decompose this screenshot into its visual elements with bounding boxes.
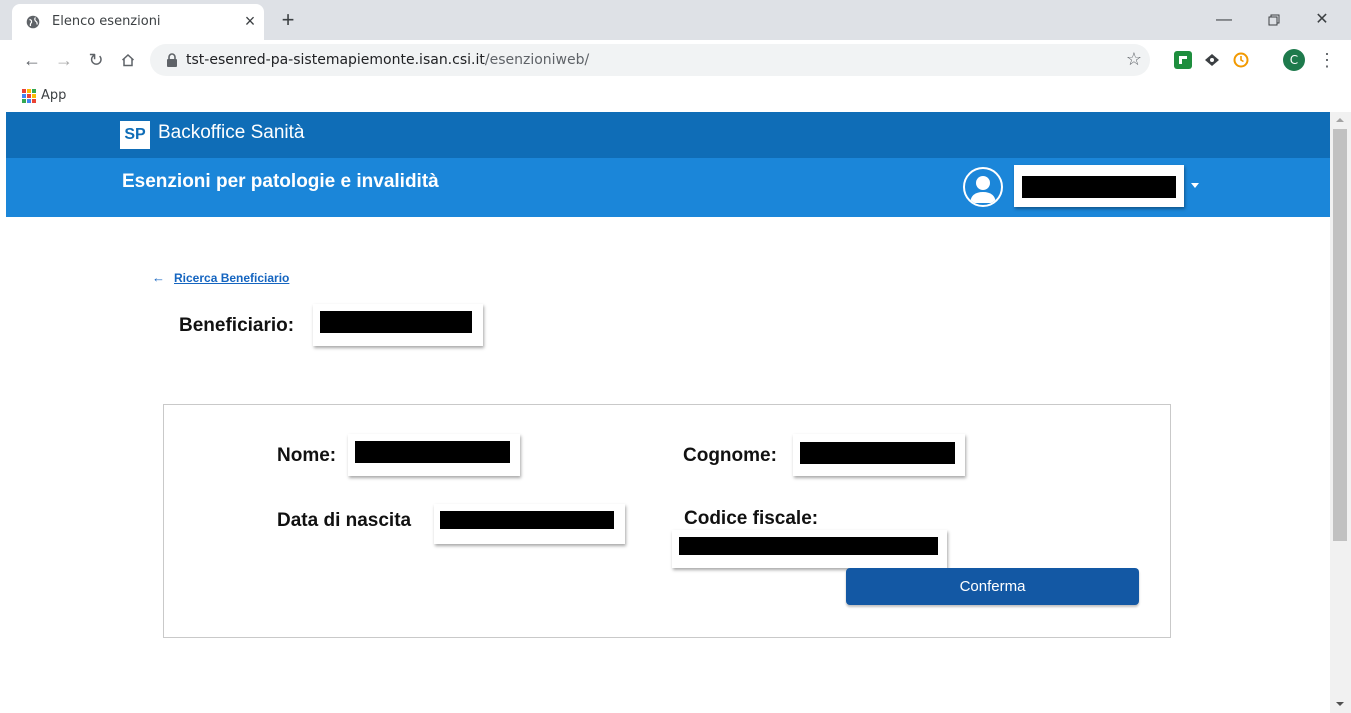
cognome-value-redacted (793, 434, 965, 476)
scroll-up-icon[interactable] (1336, 118, 1344, 122)
redaction-bar (800, 442, 955, 464)
page-title: Esenzioni per patologie e invalidità (122, 171, 439, 192)
confirm-button[interactable]: Conferma (846, 568, 1139, 605)
url-text: tst-esenred-pa-sistemapiemonte.isan.csi.… (186, 52, 589, 68)
beneficiario-value-redacted (313, 304, 483, 346)
extension-icon-dark[interactable] (1203, 51, 1221, 69)
chevron-down-icon[interactable] (1191, 183, 1199, 188)
user-name-redacted[interactable] (1014, 165, 1184, 207)
forward-icon[interactable]: → (52, 48, 76, 72)
extension-icon-green[interactable] (1174, 51, 1192, 69)
close-icon[interactable]: × (240, 11, 260, 31)
brand-bar: SP Backoffice Sanità (6, 112, 1330, 158)
page-scrollbar[interactable] (1330, 112, 1351, 713)
redaction-bar (440, 511, 614, 529)
redaction-bar (679, 537, 938, 555)
url-host: tst-esenred-pa-sistemapiemonte.isan.csi.… (186, 52, 485, 68)
browser-toolbar: ← → ↻ tst-esenred-pa-sistemapiemonte.isa… (0, 40, 1351, 80)
redaction-bar (1022, 176, 1176, 198)
brand-title: Backoffice Sanità (158, 122, 305, 143)
redaction-bar (355, 441, 510, 463)
browser-tabstrip: Elenco esenzioni × + — ✕ (0, 0, 1351, 40)
scroll-down-icon[interactable] (1336, 702, 1344, 706)
star-icon[interactable]: ☆ (1124, 49, 1144, 69)
menu-icon[interactable]: ⋮ (1318, 48, 1336, 72)
restore-icon[interactable] (1262, 8, 1286, 32)
beneficiario-label: Beneficiario: (179, 315, 295, 336)
user-icon[interactable] (963, 167, 1003, 207)
data-nascita-label: Data di nascita (277, 510, 412, 531)
profile-avatar[interactable]: C (1283, 49, 1305, 71)
back-link-label[interactable]: Ricerca Beneficiario (174, 271, 289, 285)
plus-icon[interactable]: + (277, 9, 299, 31)
globe-icon (26, 15, 40, 29)
bookmarks-bar: App (0, 80, 1351, 112)
minimize-icon[interactable]: — (1212, 8, 1236, 32)
back-icon[interactable]: ← (20, 48, 44, 72)
page-viewport: SP Backoffice Sanità Esenzioni per patol… (6, 112, 1330, 713)
address-bar[interactable]: tst-esenred-pa-sistemapiemonte.isan.csi.… (150, 44, 1150, 76)
home-icon[interactable] (116, 48, 140, 72)
tab-title: Elenco esenzioni (52, 14, 161, 29)
codice-fiscale-value-redacted (672, 530, 947, 568)
apps-icon[interactable] (22, 89, 36, 103)
extension-icon-orange[interactable] (1232, 51, 1250, 69)
data-nascita-value-redacted (434, 504, 625, 544)
codice-fiscale-label: Codice fiscale: (684, 508, 819, 529)
cognome-label: Cognome: (683, 445, 777, 466)
back-link[interactable]: ← Ricerca Beneficiario (152, 270, 289, 285)
redaction-bar (320, 311, 472, 333)
apps-shortcut-label[interactable]: App (41, 88, 66, 103)
url-path: /esenzioniweb/ (484, 52, 590, 68)
sp-logo: SP (120, 121, 150, 149)
window-close-icon[interactable]: ✕ (1310, 8, 1334, 32)
reload-icon[interactable]: ↻ (84, 48, 108, 72)
lock-icon (167, 53, 177, 67)
nome-value-redacted (348, 434, 520, 476)
browser-tab[interactable]: Elenco esenzioni × (12, 4, 264, 40)
nome-label: Nome: (277, 445, 337, 466)
scrollbar-thumb[interactable] (1333, 129, 1347, 541)
back-arrow-icon: ← (152, 270, 165, 285)
app-header: Esenzioni per patologie e invalidità (6, 158, 1330, 217)
